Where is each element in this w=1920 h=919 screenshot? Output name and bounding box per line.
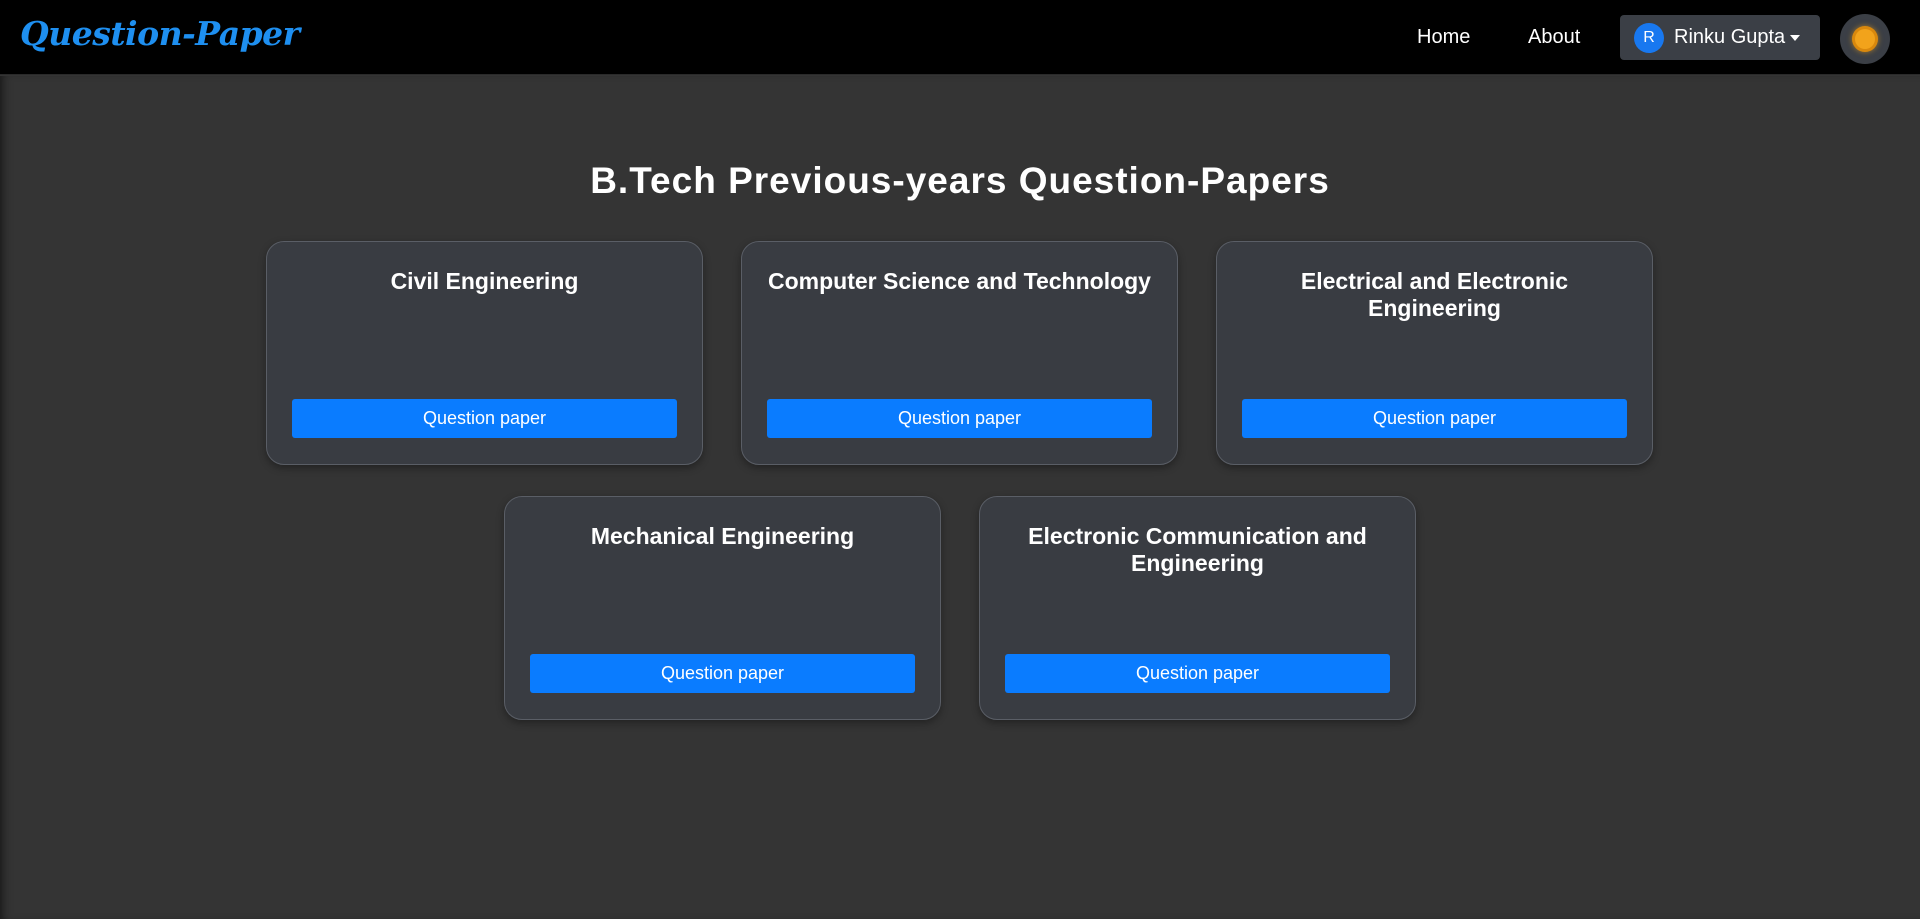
avatar: R <box>1634 22 1664 53</box>
card-title: Civil Engineering <box>390 268 579 294</box>
question-paper-button[interactable]: Question paper <box>1242 399 1627 438</box>
nav-link-about[interactable]: About <box>1528 26 1580 49</box>
question-paper-button[interactable]: Question paper <box>292 399 677 438</box>
page-title: B.Tech Previous-years Question-Papers <box>590 160 1330 201</box>
question-paper-button[interactable]: Question paper <box>530 654 915 693</box>
question-paper-button[interactable]: Question paper <box>1005 654 1390 693</box>
branch-card-eee: Electrical and Electronic Engineering Qu… <box>1216 241 1653 465</box>
branch-card-cse: Computer Science and Technology Question… <box>741 241 1178 465</box>
card-title: Electronic Communication and Engineering <box>1028 523 1367 576</box>
card-title: Computer Science and Technology <box>768 268 1151 294</box>
user-name: Rinku Gupta <box>1674 26 1786 48</box>
theme-toggle-button[interactable] <box>1840 14 1890 64</box>
user-menu-dropdown[interactable]: R Rinku Gupta <box>1620 15 1820 60</box>
card-title: Mechanical Engineering <box>590 523 855 549</box>
nav-link-home[interactable]: Home <box>1417 26 1470 49</box>
branch-card-mechanical: Mechanical Engineering Question paper <box>504 496 941 720</box>
branch-card-civil: Civil Engineering Question paper <box>266 241 703 465</box>
main-content: B.Tech Previous-years Question-Papers Ci… <box>0 76 1920 919</box>
brand-logo[interactable]: Question-Paper <box>20 14 300 53</box>
question-paper-button[interactable]: Question paper <box>767 399 1152 438</box>
caret-down-icon <box>1790 34 1801 41</box>
branch-card-ece: Electronic Communication and Engineering… <box>979 496 1416 720</box>
navbar: Question-Paper Home About R Rinku Gupta <box>0 0 1920 75</box>
card-title: Electrical and Electronic Engineering <box>1300 268 1569 321</box>
sun-icon <box>1855 29 1875 49</box>
